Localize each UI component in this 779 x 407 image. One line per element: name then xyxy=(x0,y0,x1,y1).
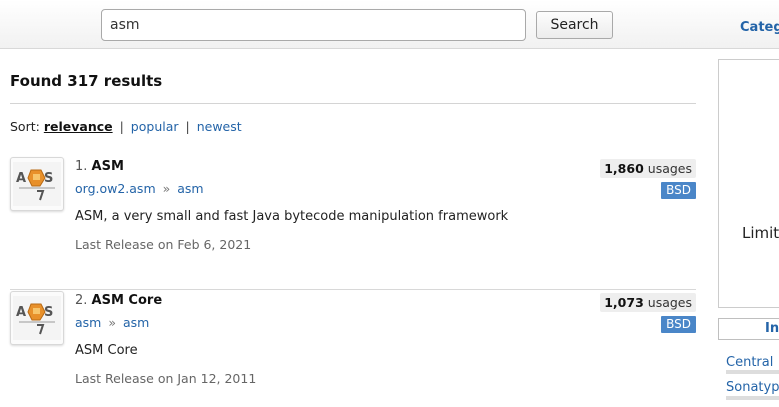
sort-relevance-link[interactable]: relevance xyxy=(44,119,113,134)
search-input[interactable] xyxy=(101,9,526,41)
sort-options: Sort: relevance | popular | newest xyxy=(10,119,242,134)
coordinate-separator: » xyxy=(162,181,171,196)
result-divider xyxy=(10,289,696,290)
result-name-link[interactable]: ASM xyxy=(92,159,124,174)
result-item: A S 2. ASM Core asm » asm ASM Core Last … xyxy=(10,291,696,407)
sort-newest-link[interactable]: newest xyxy=(197,119,242,134)
svg-text:A: A xyxy=(16,171,26,186)
sort-separator: | xyxy=(185,119,190,134)
repository-usage-bar xyxy=(726,370,779,374)
top-search-bar: Search Categ xyxy=(0,0,779,49)
result-coordinates: org.ow2.asm » asm xyxy=(75,181,204,196)
usages-badge[interactable]: 1,073 usages xyxy=(600,293,696,312)
sort-separator: | xyxy=(119,119,124,134)
group-id-link[interactable]: org.ow2.asm xyxy=(75,181,156,196)
sidebar-limit-text: Limit xyxy=(742,224,779,242)
usages-badge[interactable]: 1,860 usages xyxy=(600,159,696,178)
usages-label: usages xyxy=(647,161,692,176)
asm-logo-icon[interactable]: A S xyxy=(10,291,64,345)
result-coordinates: asm » asm xyxy=(75,315,149,330)
result-name-link[interactable]: ASM Core xyxy=(92,293,163,308)
divider xyxy=(10,103,696,104)
artifact-id-link[interactable]: asm xyxy=(177,181,203,196)
results-count-heading: Found 317 results xyxy=(10,72,163,90)
svg-text:S: S xyxy=(44,305,53,320)
artifact-id-link[interactable]: asm xyxy=(123,315,149,330)
result-rank: 1. xyxy=(75,159,88,174)
usages-count: 1,860 xyxy=(604,161,644,176)
sidebar-tab[interactable]: In xyxy=(718,318,779,340)
coordinate-separator: » xyxy=(108,315,116,330)
asm-logo-icon[interactable]: A S xyxy=(10,157,64,211)
usages-count: 1,073 xyxy=(604,295,644,310)
usages-label: usages xyxy=(647,295,692,310)
result-rank: 2. xyxy=(75,293,88,308)
svg-text:S: S xyxy=(44,171,53,186)
last-release: Last Release on Feb 6, 2021 xyxy=(75,237,252,252)
result-description: ASM Core xyxy=(75,343,138,358)
result-description: ASM, a very small and fast Java bytecode… xyxy=(75,209,509,224)
result-title: 1. ASM xyxy=(75,159,124,174)
result-item: A S 1. ASM org.ow2.asm » asm ASM, a very… xyxy=(10,157,696,290)
sidebar-panel: Limit xyxy=(718,59,779,308)
sort-popular-link[interactable]: popular xyxy=(131,119,179,134)
license-badge[interactable]: BSD xyxy=(661,182,696,199)
result-title: 2. ASM Core xyxy=(75,293,162,308)
last-release: Last Release on Jan 12, 2011 xyxy=(75,371,257,386)
categories-link[interactable]: Categ xyxy=(740,20,779,35)
repository-link-sonatype[interactable]: Sonatype xyxy=(726,380,779,395)
repository-link-central[interactable]: Central xyxy=(726,355,773,370)
sort-label: Sort: xyxy=(10,119,40,134)
search-button[interactable]: Search xyxy=(536,11,613,39)
group-id-link[interactable]: asm xyxy=(75,315,101,330)
license-badge[interactable]: BSD xyxy=(661,316,696,333)
repository-usage-bar xyxy=(726,396,779,400)
svg-text:A: A xyxy=(16,305,26,320)
